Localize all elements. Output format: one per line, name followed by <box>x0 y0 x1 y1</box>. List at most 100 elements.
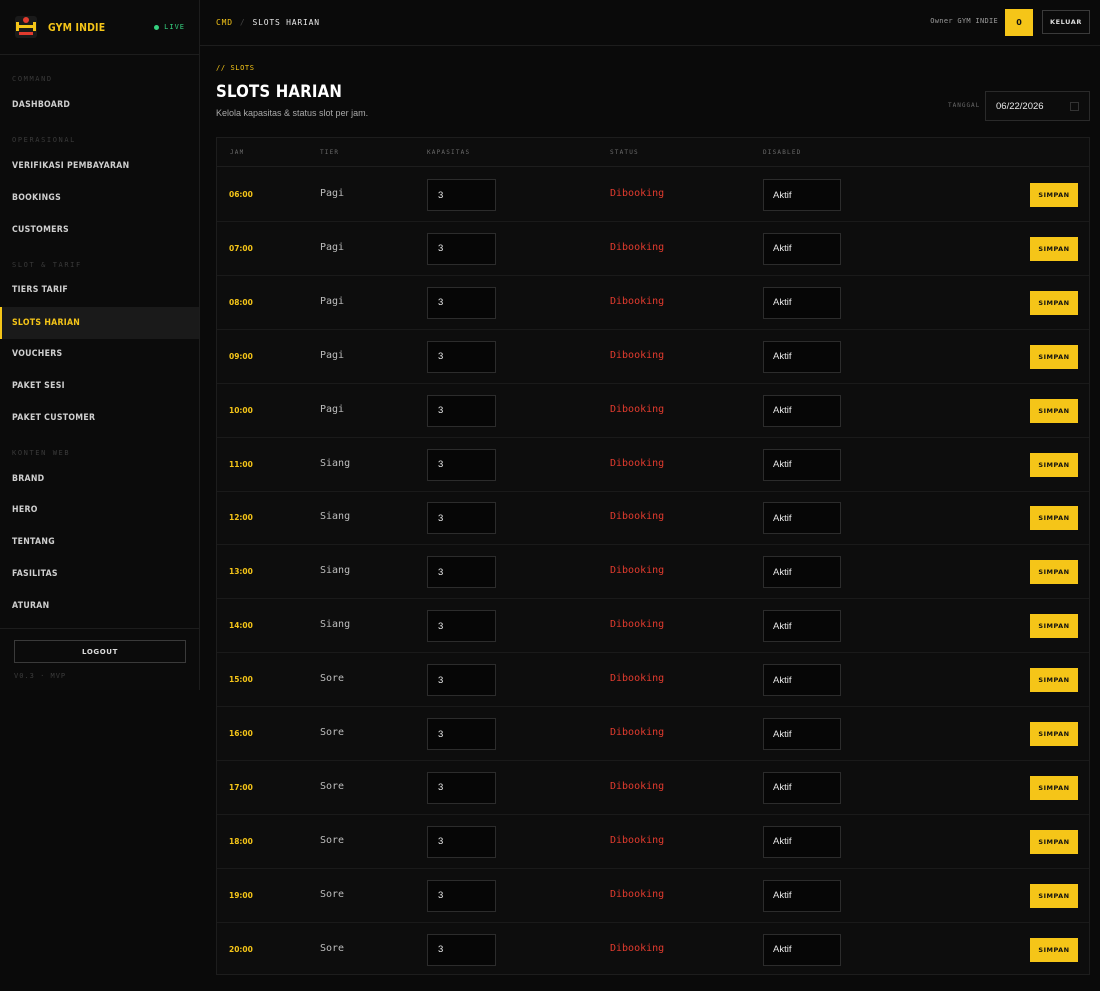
logout-button[interactable]: LOGOUT <box>14 640 186 663</box>
sidebar-item-slots-harian[interactable]: SLOTS HARIAN <box>0 307 199 339</box>
brand-name: GYM INDIE <box>48 20 106 34</box>
capacity-input[interactable] <box>427 664 496 697</box>
disabled-select-value: Aktif <box>773 512 792 524</box>
table-row: 09:00 Pagi Dibooking Aktif SIMPAN <box>217 330 1089 384</box>
sidebar-item-paket-sesi[interactable]: PAKET SESI <box>0 370 199 402</box>
disabled-select-value: Aktif <box>773 620 792 632</box>
capacity-input[interactable] <box>427 502 496 535</box>
disabled-select-value: Aktif <box>773 566 792 578</box>
sidebar-item-label: BRAND <box>12 474 45 484</box>
disabled-select[interactable]: Aktif <box>763 502 841 535</box>
sidebar-item-tentang[interactable]: TENTANG <box>0 526 199 558</box>
save-button[interactable]: SIMPAN <box>1030 937 1078 962</box>
nav-section-operasional: OPERASIONAL <box>12 136 76 144</box>
page-eyebrow: // SLOTS <box>216 64 255 72</box>
capacity-input[interactable] <box>427 448 496 481</box>
slot-time: 11:00 <box>229 459 253 469</box>
table-row: 13:00 Siang Dibooking Aktif SIMPAN <box>217 545 1089 600</box>
calendar-icon[interactable] <box>1070 102 1079 111</box>
disabled-select[interactable]: Aktif <box>763 179 841 211</box>
save-button[interactable]: SIMPAN <box>1030 560 1078 585</box>
capacity-input[interactable] <box>427 286 496 319</box>
disabled-select[interactable]: Aktif <box>763 556 841 589</box>
slot-status: Dibooking <box>610 727 665 738</box>
slots-table: JAM TIER KAPASITAS STATUS DISABLED 06:00… <box>216 137 1090 975</box>
save-button[interactable]: SIMPAN <box>1030 236 1078 261</box>
sidebar-item-dashboard[interactable]: DASHBOARD <box>0 89 199 121</box>
sidebar-item-label: TIERS TARIF <box>12 285 69 295</box>
capacity-input[interactable] <box>427 556 496 589</box>
slot-time: 09:00 <box>229 351 253 361</box>
slot-tier: Pagi <box>320 295 345 307</box>
save-button[interactable]: SIMPAN <box>1030 398 1078 423</box>
capacity-input[interactable] <box>427 879 496 912</box>
slot-tier: Sore <box>320 888 345 900</box>
slot-tier: Sore <box>320 834 345 846</box>
sidebar-item-vouchers[interactable]: VOUCHERS <box>0 338 199 370</box>
slot-status: Dibooking <box>610 403 665 415</box>
disabled-select-value: Aktif <box>773 944 792 956</box>
version-label: V0.3 · MVP <box>14 672 67 680</box>
table-row: 20:00 Sore Dibooking Aktif SIMPAN <box>217 923 1089 977</box>
sidebar-item-tiers-tarif[interactable]: TIERS TARIF <box>0 274 199 306</box>
capacity-input[interactable] <box>427 394 496 427</box>
disabled-select[interactable]: Aktif <box>763 448 841 481</box>
slot-tier: Pagi <box>320 241 345 253</box>
date-input[interactable]: 06/22/2026 <box>985 91 1090 121</box>
disabled-select[interactable]: Aktif <box>763 933 841 966</box>
capacity-input[interactable] <box>427 232 496 265</box>
disabled-select[interactable]: Aktif <box>763 610 841 643</box>
save-button[interactable]: SIMPAN <box>1030 614 1078 639</box>
disabled-select[interactable]: Aktif <box>763 340 841 373</box>
capacity-input[interactable] <box>427 771 496 804</box>
sidebar-item-customers[interactable]: CUSTOMERS <box>0 214 199 246</box>
capacity-input[interactable] <box>427 610 496 643</box>
save-button[interactable]: SIMPAN <box>1030 775 1078 800</box>
save-button[interactable]: SIMPAN <box>1030 668 1078 693</box>
sidebar-item-aturan[interactable]: ATURAN <box>0 590 199 622</box>
table-row: 19:00 Sore Dibooking Aktif SIMPAN <box>217 869 1089 923</box>
disabled-select[interactable]: Aktif <box>763 771 841 804</box>
slot-tier: Pagi <box>320 403 345 415</box>
capacity-input[interactable] <box>427 825 496 858</box>
sidebar-item-label: FASILITAS <box>12 569 58 579</box>
sidebar-item-bookings[interactable]: BOOKINGS <box>0 182 199 214</box>
keluar-button[interactable]: KELUAR <box>1042 10 1090 34</box>
save-button[interactable]: SIMPAN <box>1030 883 1078 908</box>
sidebar-item-paket-customer[interactable]: PAKET CUSTOMER <box>0 402 199 434</box>
slot-time: 06:00 <box>229 190 253 199</box>
save-button[interactable]: SIMPAN <box>1030 722 1078 746</box>
disabled-select[interactable]: Aktif <box>763 286 841 319</box>
notification-badge[interactable]: 0 <box>1005 9 1033 36</box>
slot-time: 20:00 <box>229 944 253 954</box>
app-shell: GYM INDIE LIVE COMMAND DASHBOARD OPERASI… <box>0 0 1100 991</box>
breadcrumb-root[interactable]: CMD <box>216 18 233 27</box>
disabled-select[interactable]: Aktif <box>763 664 841 697</box>
sidebar-item-hero[interactable]: HERO <box>0 494 199 526</box>
save-button[interactable]: SIMPAN <box>1030 344 1078 369</box>
sidebar-item-brand[interactable]: BRAND <box>0 463 199 495</box>
sidebar-item-fasilitas[interactable]: FASILITAS <box>0 558 199 590</box>
disabled-select[interactable]: Aktif <box>763 879 841 912</box>
save-button[interactable]: SIMPAN <box>1030 829 1078 854</box>
capacity-input[interactable] <box>427 340 496 373</box>
capacity-input[interactable] <box>427 933 496 966</box>
table-row: 06:00 Pagi Dibooking Aktif SIMPAN <box>217 168 1089 222</box>
disabled-select[interactable]: Aktif <box>763 825 841 858</box>
capacity-input[interactable] <box>427 718 496 750</box>
disabled-select[interactable]: Aktif <box>763 232 841 265</box>
capacity-input[interactable] <box>427 179 496 211</box>
breadcrumb: CMD / SLOTS HARIAN <box>216 18 320 27</box>
save-button[interactable]: SIMPAN <box>1030 452 1078 477</box>
disabled-select-value: Aktif <box>773 459 792 470</box>
disabled-select[interactable]: Aktif <box>763 394 841 427</box>
save-button[interactable]: SIMPAN <box>1030 290 1078 315</box>
save-button[interactable]: SIMPAN <box>1030 183 1078 207</box>
sidebar-item-verifikasi-pembayaran[interactable]: VERIFIKASI PEMBAYARAN <box>0 150 199 182</box>
slot-status: Dibooking <box>610 942 665 954</box>
brand-header: GYM INDIE LIVE <box>0 0 199 55</box>
save-button[interactable]: SIMPAN <box>1030 506 1078 531</box>
date-value: 06/22/2026 <box>996 100 1044 112</box>
slot-tier: Sore <box>320 942 345 954</box>
disabled-select[interactable]: Aktif <box>763 718 841 750</box>
